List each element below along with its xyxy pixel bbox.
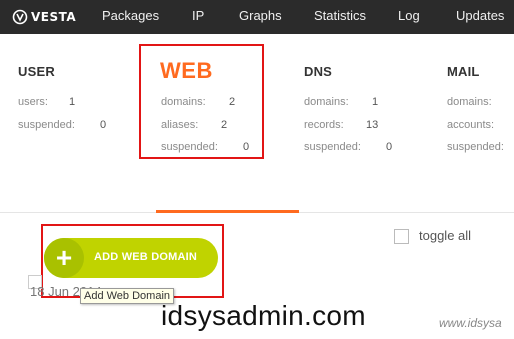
stat-title-mail: MAIL [447, 64, 480, 79]
highlight-box-web [139, 44, 264, 159]
stat-value: 13 [366, 119, 379, 131]
stat-label: suspended: [304, 141, 361, 153]
nav-ip[interactable]: IP [192, 0, 204, 34]
stat-label: suspended: [447, 141, 504, 153]
watermark-text: idsysadmin.com [161, 300, 366, 331]
nav-log[interactable]: Log [398, 0, 420, 34]
stat-value: 0 [386, 141, 393, 153]
stat-label: domains: [447, 96, 492, 108]
nav-updates[interactable]: Updates [456, 0, 504, 34]
top-nav-bar: VESTA Packages IP Graphs Statistics Log … [0, 0, 514, 34]
nav-graphs[interactable]: Graphs [239, 0, 282, 34]
vesta-logo[interactable]: VESTA [12, 8, 76, 26]
vesta-logo-icon [12, 9, 28, 25]
stat-label: records: [304, 119, 344, 131]
stat-label: users: [18, 96, 48, 108]
stat-title-dns: DNS [304, 64, 333, 79]
toggle-all-label[interactable]: toggle all [419, 228, 471, 243]
stat-label: accounts: [447, 119, 495, 131]
logo-text: VESTA [31, 10, 77, 24]
stat-value: 1 [69, 96, 76, 108]
stat-label: domains: [304, 96, 349, 108]
stat-title-user: USER [18, 64, 55, 79]
watermark-corner-text: www.idsysa [439, 316, 502, 330]
active-tab-underline [156, 210, 299, 213]
stat-value: 1 [372, 96, 379, 108]
nav-statistics[interactable]: Statistics [314, 0, 366, 34]
toggle-all-checkbox[interactable] [394, 229, 409, 244]
stat-value: 0 [100, 119, 107, 131]
nav-packages[interactable]: Packages [102, 0, 159, 34]
stat-label: suspended: [18, 119, 75, 131]
add-button-tooltip: Add Web Domain [80, 288, 175, 304]
